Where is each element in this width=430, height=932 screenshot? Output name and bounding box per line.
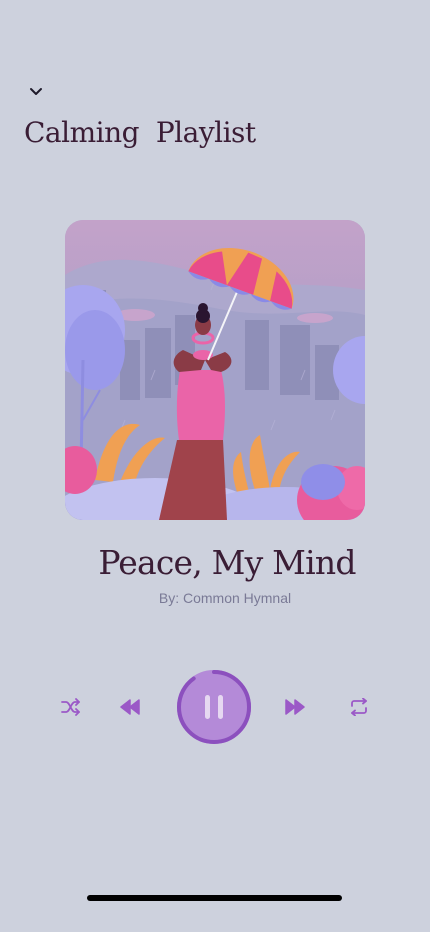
playback-controls [0,669,430,745]
rewind-button[interactable] [116,693,144,721]
shuffle-icon [61,698,80,716]
shuffle-button[interactable] [57,693,85,721]
fast-forward-icon [285,699,305,715]
rewind-icon [120,699,140,715]
repeat-icon [351,698,367,716]
now-playing-screen: Calming Playlist Peace, My Mind By: Comm… [0,0,430,932]
album-art-illustration [65,220,365,520]
track-artist: By: Common Hymnal [158,590,292,606]
collapse-button[interactable] [24,80,48,102]
pause-icon [205,695,223,719]
home-indicator[interactable] [87,895,342,901]
track-title: Peace, My Mind [98,543,356,582]
pause-button[interactable] [176,669,252,745]
repeat-button[interactable] [345,693,373,721]
chevron-down-icon [30,88,42,95]
playlist-title: Calming Playlist [24,116,256,149]
album-artwork [65,220,365,520]
fast-forward-button[interactable] [281,693,309,721]
